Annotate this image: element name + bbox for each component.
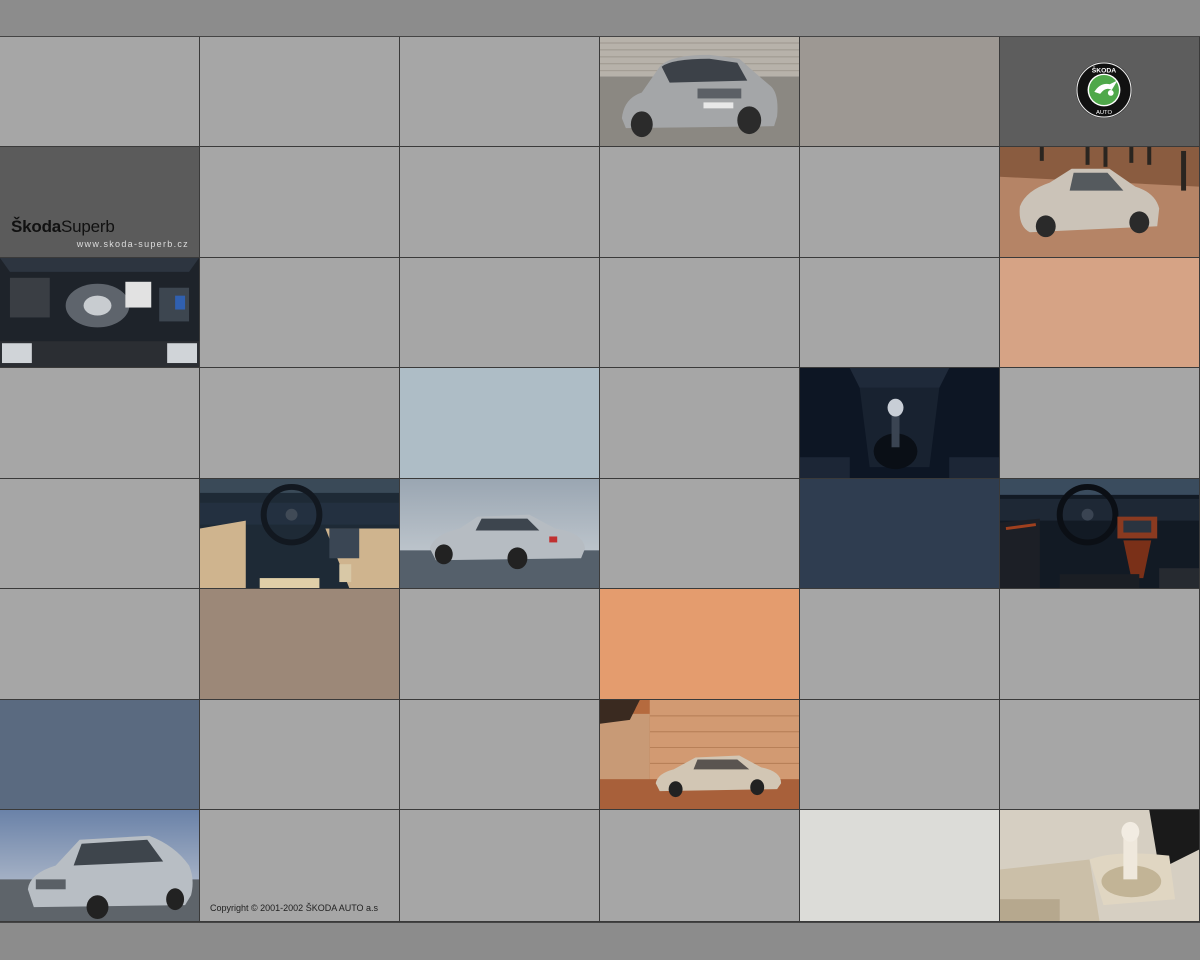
photo-sedan-front-steps[interactable] [600,37,800,147]
tile-r2c3 [400,147,600,258]
tile-r3c6 [1000,258,1200,368]
tile-r6c1 [0,589,200,700]
tile-r3c2 [200,258,400,368]
tile-r3c4 [600,258,800,368]
tile-r7c2 [200,700,400,810]
photo-interior-beige[interactable] [200,479,400,589]
brand-url[interactable]: www.skoda-superb.cz [77,239,189,249]
tile-r2c4 [600,147,800,258]
tile-r5c1 [0,479,200,589]
tile-r4c6 [1000,368,1200,479]
bottom-bar [0,922,1200,960]
tile-r6c4 [600,589,800,700]
svg-text:ŠKODA: ŠKODA [1092,66,1117,75]
tile-r6c2 [200,589,400,700]
skoda-logo[interactable]: ŠKODA AUTO [1075,61,1133,119]
svg-text:AUTO: AUTO [1096,110,1112,116]
tile-r2c5 [800,147,1000,258]
tile-r7c3 [400,700,600,810]
tile-r8c5 [800,810,1000,922]
tile-r4c1 [0,368,200,479]
tile-r2c2 [200,147,400,258]
tile-r8c3 [400,810,600,922]
tile-r1c3 [400,37,600,147]
top-bar [0,0,1200,37]
tile-grid: ŠKODA AUTO ŠkodaSuperb www.skoda-superb.… [0,37,1200,922]
tile-r6c5 [800,589,1000,700]
tile-r4c4 [600,368,800,479]
tile-r3c3 [400,258,600,368]
copyright-text: Copyright © 2001-2002 ŠKODA AUTO a.s [210,903,379,913]
tile-r7c6 [1000,700,1200,810]
tile-r5c5 [800,479,1000,589]
tile-r1c1 [0,37,200,147]
tile-r7c5 [800,700,1000,810]
photo-gear-shifter-beige[interactable] [1000,810,1200,922]
tile-r8c4 [600,810,800,922]
brand-tile[interactable]: ŠkodaSuperb www.skoda-superb.cz [0,147,200,258]
footer-tile: Copyright © 2001-2002 ŠKODA AUTO a.s [200,810,400,922]
tile-r6c6 [1000,589,1200,700]
tile-r4c3 [400,368,600,479]
tile-r5c4 [600,479,800,589]
tile-r6c3 [400,589,600,700]
photo-gear-shifter-dark[interactable] [800,368,1000,479]
skoda-winged-arrow-icon: ŠKODA AUTO [1075,61,1133,119]
tile-r1c5 [800,37,1000,147]
tile-r7c1 [0,700,200,810]
photo-engine-bay[interactable] [0,258,200,368]
tile-r1c2 [200,37,400,147]
photo-sedan-rear-road[interactable] [400,479,600,589]
photo-sedan-wall[interactable] [600,700,800,810]
photo-interior-wood[interactable] [1000,479,1200,589]
page: ŠKODA AUTO ŠkodaSuperb www.skoda-superb.… [0,0,1200,960]
tile-r4c2 [200,368,400,479]
brand-title: ŠkodaSuperb [11,217,115,236]
photo-sedan-front-road[interactable] [0,810,200,922]
tile-r3c5 [800,258,1000,368]
photo-sedan-plaza[interactable] [1000,147,1200,258]
skoda-logo-tile[interactable]: ŠKODA AUTO [1000,37,1200,147]
